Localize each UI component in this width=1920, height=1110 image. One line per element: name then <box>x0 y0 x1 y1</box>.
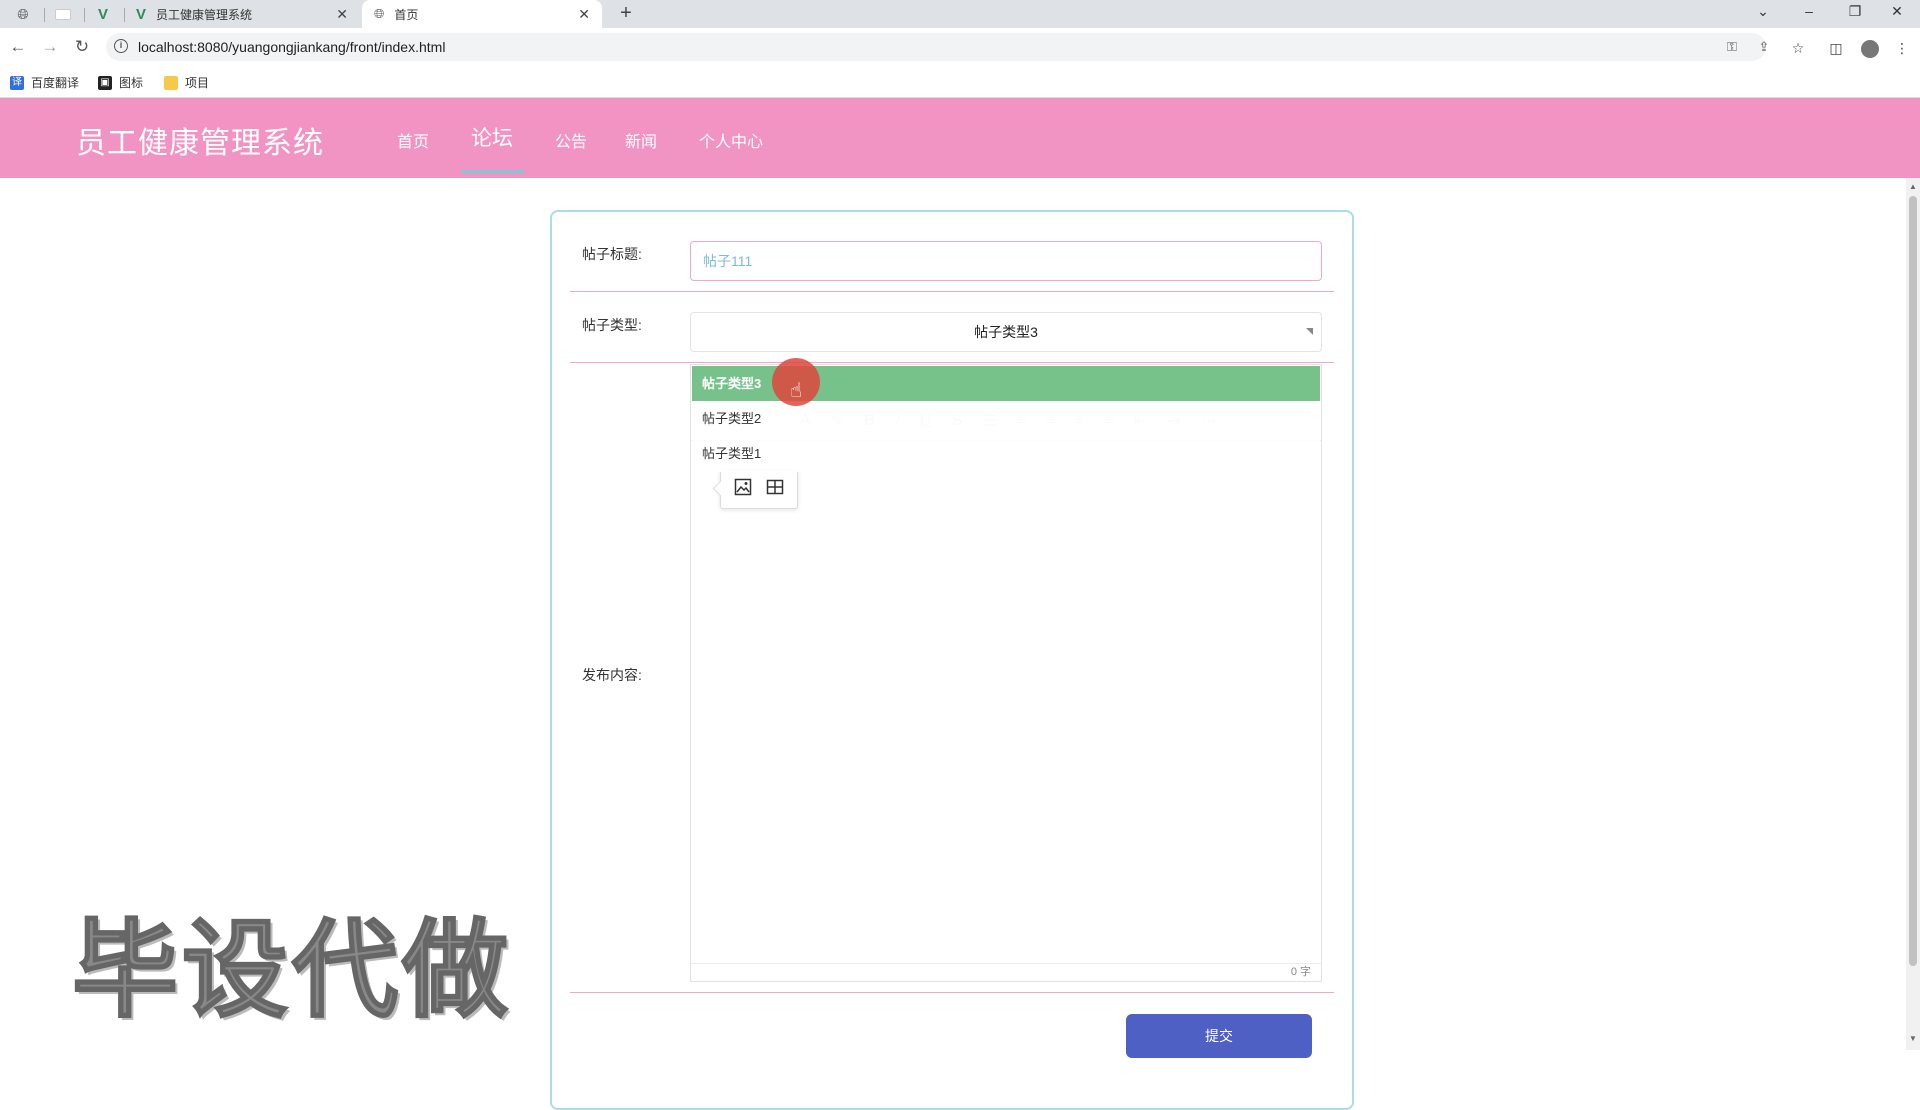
bookmark-baidu-translate[interactable]: 译 百度翻译 <box>10 74 79 91</box>
tab-system[interactable]: V 员工健康管理系统 ✕ <box>124 0 360 28</box>
word-count: 0 字 <box>691 963 1321 981</box>
reload-button[interactable]: ↻ <box>70 35 94 59</box>
scroll-down-icon[interactable]: ▼ <box>1906 1032 1920 1046</box>
tab-home[interactable]: 🌐︎ 首页 ✕ <box>362 0 602 28</box>
close-icon[interactable]: ✕ <box>578 6 590 23</box>
post-type-select[interactable]: 帖子类型3 <box>690 312 1322 352</box>
globe-icon: 🌐︎ <box>17 5 29 22</box>
post-title-label: 帖子标题: <box>582 246 642 262</box>
pinned-tab[interactable]: 🌐︎ <box>4 2 42 26</box>
vue-logo-icon: V <box>97 5 108 23</box>
post-type-option[interactable]: 帖子类型1 <box>692 436 1320 471</box>
side-panel-icon[interactable]: ◫ <box>1824 37 1848 59</box>
folder-icon <box>164 75 178 90</box>
browser-tab-strip: 🌐︎ V V 员工健康管理系统 ✕ 🌐︎ 首页 ✕ + ⌄ – ❐ ✕ <box>0 0 1920 28</box>
tab-search-icon[interactable]: ⌄ <box>1740 0 1786 28</box>
submit-button[interactable]: 提交 <box>1126 1014 1312 1058</box>
watermark-text: 毕设代做 <box>71 911 512 1031</box>
new-tab-button[interactable]: + <box>614 2 638 26</box>
browser-menu-icon[interactable]: ⋮ <box>1890 37 1914 59</box>
nav-personal-center[interactable]: 个人中心 <box>699 128 763 152</box>
back-button[interactable]: ← <box>6 35 30 59</box>
profile-avatar-icon[interactable] <box>1858 37 1882 59</box>
site-logo[interactable]: 员工健康管理系统 <box>76 118 324 162</box>
post-title-input[interactable]: 帖子111 <box>690 241 1322 281</box>
pointer-hand-icon: ☝︎ <box>790 380 803 402</box>
nav-active-indicator <box>461 170 525 173</box>
share-icon[interactable]: ⇪ <box>1754 37 1774 57</box>
minimize-button[interactable]: – <box>1786 0 1832 28</box>
url-text: localhost:8080/yuangongjiankang/front/in… <box>138 39 446 55</box>
divider <box>570 291 1334 292</box>
blank-page-icon <box>55 8 71 20</box>
info-icon[interactable]: i <box>114 39 128 53</box>
pinned-tab-vue[interactable]: V <box>84 2 122 26</box>
close-icon[interactable]: ✕ <box>336 6 348 23</box>
image-icon: ▣ <box>98 75 112 90</box>
bookmark-star-icon[interactable]: ☆ <box>1786 37 1810 59</box>
vue-logo-icon: V <box>136 5 147 23</box>
tab-title: 首页 <box>394 7 419 22</box>
bookmark-project[interactable]: 项目 <box>164 74 209 91</box>
insert-image-icon[interactable] <box>734 478 752 501</box>
nav-forum[interactable]: 论坛 <box>471 122 513 152</box>
globe-icon: 🌐︎ <box>374 6 385 21</box>
key-icon[interactable]: ⚿ <box>1722 37 1742 57</box>
address-bar[interactable]: i localhost:8080/yuangongjiankang/front/… <box>106 33 1769 61</box>
tab-title: 员工健康管理系统 <box>156 7 253 22</box>
divider <box>570 992 1334 993</box>
forward-button[interactable]: → <box>38 35 62 59</box>
post-type-option[interactable]: 帖子类型2 <box>692 401 1320 436</box>
nav-news[interactable]: 新闻 <box>625 128 657 152</box>
divider <box>570 362 1334 363</box>
scroll-up-icon[interactable]: ▲ <box>1906 180 1920 194</box>
pinned-tab-blank[interactable] <box>44 2 82 26</box>
restore-button[interactable]: ❐ <box>1832 0 1878 28</box>
post-content-label: 发布内容: <box>582 667 642 683</box>
bookmarks-bar: 译 百度翻译 ▣ 图标 项目 <box>0 66 1920 98</box>
post-type-selected-value: 帖子类型3 <box>974 324 1038 340</box>
translate-icon: 译 <box>10 75 24 90</box>
caret-down-icon <box>1306 328 1313 335</box>
bookmark-icons[interactable]: ▣ 图标 <box>98 74 143 91</box>
nav-notice[interactable]: 公告 <box>555 128 587 152</box>
nav-home[interactable]: 首页 <box>397 128 429 152</box>
address-toolbar: ← → ↻ i localhost:8080/yuangongjiankang/… <box>0 28 1920 66</box>
scrollbar-thumb[interactable] <box>1909 196 1917 966</box>
quick-insert-toolbar <box>720 469 798 509</box>
insert-table-icon[interactable] <box>766 478 784 501</box>
post-type-label: 帖子类型: <box>582 317 642 333</box>
window-close-button[interactable]: ✕ <box>1874 0 1920 28</box>
site-header: 员工健康管理系统 首页 论坛 公告 新闻 个人中心 <box>0 98 1920 178</box>
